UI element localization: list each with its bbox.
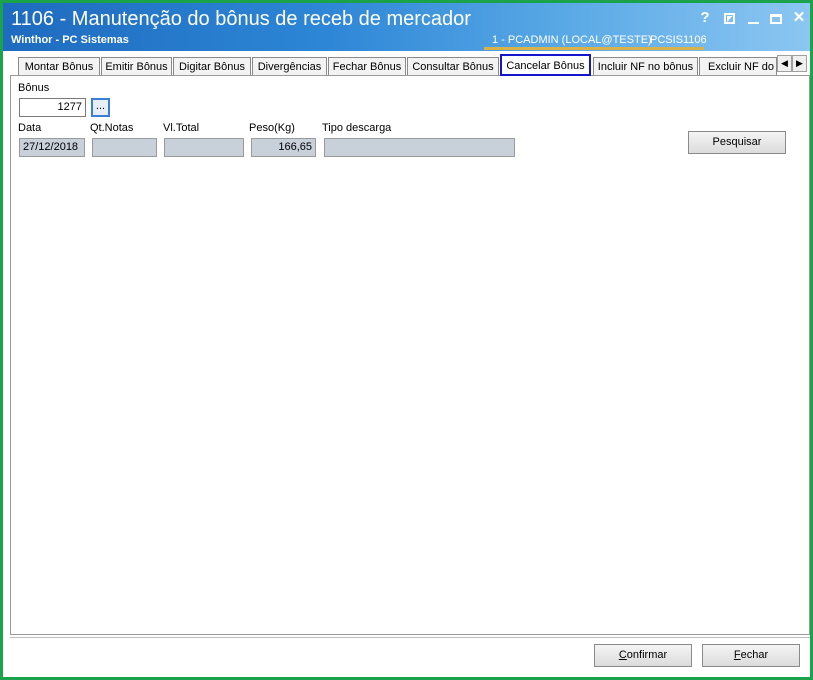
peso-field[interactable]: 166,65 — [251, 138, 316, 157]
qt-notas-label: Qt.Notas — [90, 122, 134, 134]
tab-cancelar-bonus[interactable]: Cancelar Bônus — [500, 54, 591, 76]
maximize-icon — [770, 14, 782, 24]
data-field[interactable]: 27/12/2018 — [19, 138, 85, 157]
tab-incluir-nf-no-bonus[interactable]: Incluir NF no bônus — [593, 57, 698, 76]
fechar-label: echar — [740, 649, 769, 661]
data-label: Data — [18, 122, 42, 134]
restore-icon — [723, 13, 735, 24]
tab-consultar-bonus[interactable]: Consultar Bônus — [407, 57, 499, 76]
bonus-label: Bônus — [18, 82, 50, 94]
peso-label: Peso(Kg) — [249, 122, 295, 134]
arrow-left-icon: ◀ — [781, 58, 788, 68]
pesquisar-button[interactable]: Pesquisar — [688, 131, 786, 154]
title-accent-line — [484, 47, 704, 50]
help-button[interactable]: ? — [696, 9, 714, 27]
application-window: 1106 - Manutenção do bônus de receb de m… — [0, 0, 813, 680]
minimize-button[interactable] — [744, 9, 762, 27]
vl-total-label: Vl.Total — [163, 122, 200, 134]
tab-fechar-bonus[interactable]: Fechar Bônus — [328, 57, 406, 76]
tab-content-panel — [10, 75, 810, 635]
fechar-button[interactable]: Fechar — [702, 644, 800, 667]
restore-button[interactable] — [720, 9, 738, 27]
tipo-descarga-label: Tipo descarga — [322, 122, 392, 134]
maximize-button[interactable] — [767, 9, 785, 27]
tab-scroll-right-button[interactable]: ▶ — [792, 55, 807, 72]
tab-emitir-bonus[interactable]: Emitir Bônus — [101, 57, 172, 76]
footer-separator — [10, 637, 810, 638]
bonus-input[interactable]: 1277 — [19, 98, 86, 117]
window-title: 1106 - Manutenção do bônus de receb de m… — [11, 8, 471, 30]
minimize-icon — [747, 22, 759, 24]
close-button[interactable]: ✕ — [790, 9, 808, 27]
tab-montar-bonus[interactable]: Montar Bônus — [18, 57, 100, 76]
tab-divergencias[interactable]: Divergências — [252, 57, 327, 76]
program-id: PCSIS1106 — [650, 34, 707, 46]
confirmar-label: onfirmar — [626, 649, 668, 661]
tab-digitar-bonus[interactable]: Digitar Bônus — [173, 57, 251, 76]
tab-scroll-left-button[interactable]: ◀ — [777, 55, 792, 72]
window-subtitle: Winthor - PC Sistemas — [11, 34, 129, 46]
fechar-mnemonic: F — [733, 649, 741, 661]
qt-notas-field[interactable] — [92, 138, 157, 157]
bonus-lookup-button[interactable]: ... — [91, 98, 110, 117]
tab-excluir-nf-do-bonus[interactable]: Excluir NF do b — [699, 57, 777, 76]
tipo-descarga-field[interactable] — [324, 138, 515, 157]
title-bar[interactable]: 1106 - Manutenção do bônus de receb de m… — [3, 3, 810, 51]
confirmar-button[interactable]: Confirmar — [594, 644, 692, 667]
user-info: 1 - PCADMIN (LOCAL@TESTE) — [492, 34, 652, 46]
confirmar-mnemonic: C — [618, 649, 627, 661]
vl-total-field[interactable] — [164, 138, 244, 157]
arrow-right-icon: ▶ — [796, 58, 803, 68]
tab-strip: Montar Bônus Emitir Bônus Digitar Bônus … — [10, 54, 810, 76]
